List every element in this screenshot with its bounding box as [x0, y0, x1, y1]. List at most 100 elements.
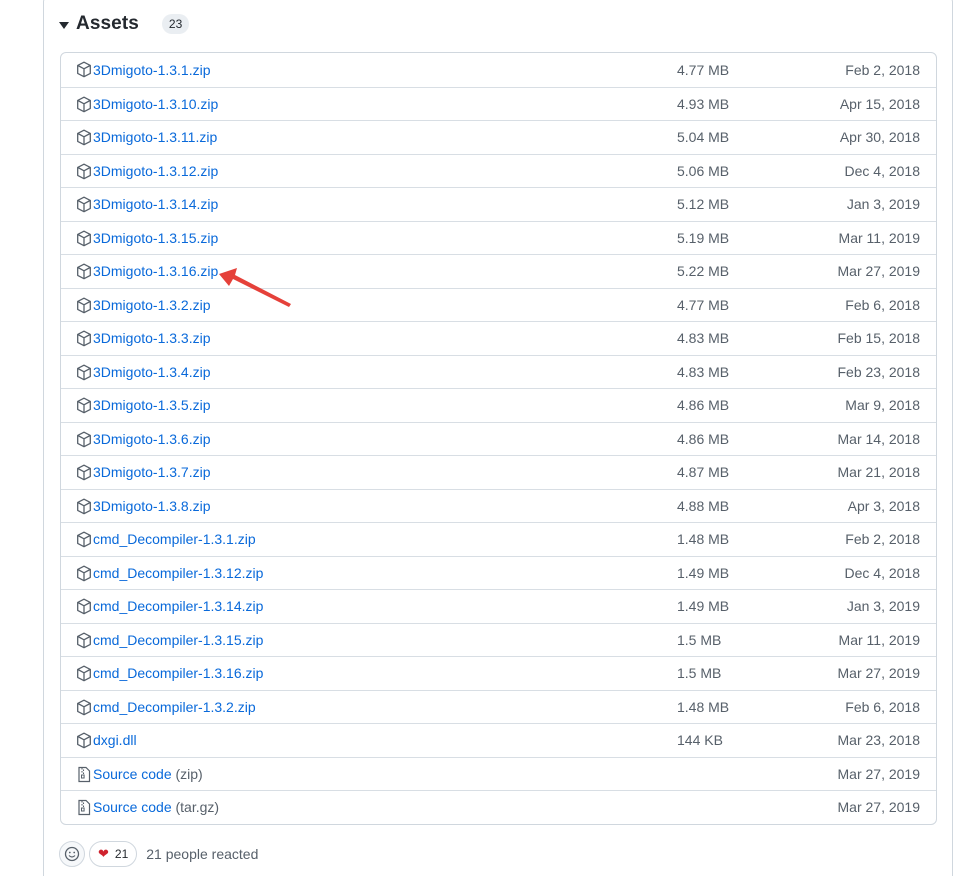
asset-download-link[interactable]: 3Dmigoto-1.3.3.zip — [93, 330, 211, 346]
package-icon — [76, 364, 92, 381]
asset-name: cmd_Decompiler-1.3.16.zip — [93, 665, 264, 682]
package-icon — [76, 163, 92, 180]
asset-download-link[interactable]: cmd_Decompiler-1.3.15.zip — [93, 632, 263, 648]
reactions-summary: 21 people reacted — [146, 846, 259, 862]
asset-size: 5.12 MB — [677, 196, 730, 213]
asset-download-link[interactable]: 3Dmigoto-1.3.6.zip — [93, 431, 211, 447]
asset-row: 3Dmigoto-1.3.2.zip 4.77 MB Feb 6, 2018 — [61, 287, 936, 322]
asset-row: 3Dmigoto-1.3.14.zip 5.12 MB Jan 3, 2019 — [61, 187, 936, 221]
triangle-down-icon — [59, 21, 69, 29]
package-icon — [76, 330, 92, 347]
asset-date: Jan 3, 2019 — [846, 196, 920, 213]
asset-date: Apr 30, 2018 — [839, 129, 920, 146]
file-zip-icon — [76, 799, 92, 816]
asset-download-link[interactable]: 3Dmigoto-1.3.15.zip — [93, 230, 218, 246]
asset-size: 1.5 MB — [677, 665, 722, 682]
asset-size: 1.49 MB — [677, 564, 730, 581]
asset-size: 4.93 MB — [677, 95, 730, 112]
package-icon — [76, 263, 92, 280]
asset-download-link[interactable]: 3Dmigoto-1.3.8.zip — [93, 498, 211, 514]
package-icon — [76, 96, 92, 113]
asset-row: cmd_Decompiler-1.3.2.zip 1.48 MB Feb 6, 2… — [61, 689, 936, 724]
asset-name-suffix: (zip) — [175, 765, 203, 782]
assets-toggle[interactable]: Assets 23 — [59, 10, 190, 38]
asset-row: 3Dmigoto-1.3.7.zip 4.87 MB Mar 21, 2018 — [61, 455, 936, 489]
asset-download-link[interactable]: 3Dmigoto-1.3.14.zip — [93, 196, 218, 212]
asset-download-link[interactable]: 3Dmigoto-1.3.1.zip — [93, 62, 211, 78]
asset-row: 3Dmigoto-1.3.11.zip 5.04 MB Apr 30, 2018 — [61, 120, 936, 154]
asset-name: Source code — [93, 799, 172, 816]
asset-download-link[interactable]: cmd_Decompiler-1.3.2.zip — [93, 699, 256, 715]
asset-download-link[interactable]: dxgi.dll — [93, 732, 137, 748]
asset-name: 3Dmigoto-1.3.16.zip — [93, 263, 219, 280]
asset-date: Mar 27, 2019 — [837, 665, 921, 682]
asset-download-link[interactable]: cmd_Decompiler-1.3.1.zip — [93, 531, 256, 547]
asset-date: Feb 6, 2018 — [845, 698, 920, 715]
asset-name: 3Dmigoto-1.3.1.zip — [93, 61, 211, 78]
heart-reaction-button[interactable]: ❤ 21 — [89, 841, 138, 867]
asset-date: Apr 3, 2018 — [847, 497, 920, 514]
asset-name: cmd_Decompiler-1.3.14.zip — [93, 598, 264, 615]
asset-size: 5.22 MB — [677, 263, 730, 280]
asset-name-suffix: (tar.gz) — [175, 799, 220, 816]
asset-download-link[interactable]: 3Dmigoto-1.3.11.zip — [93, 129, 217, 145]
asset-name: cmd_Decompiler-1.3.12.zip — [93, 564, 264, 581]
package-icon — [76, 129, 92, 146]
assets-title: Assets — [76, 13, 139, 34]
asset-download-link[interactable]: 3Dmigoto-1.3.2.zip — [93, 297, 211, 313]
asset-size: 4.86 MB — [677, 430, 730, 447]
asset-size: 4.86 MB — [677, 397, 730, 414]
asset-date: Jan 3, 2019 — [846, 598, 920, 615]
asset-date: Mar 27, 2019 — [837, 765, 921, 782]
asset-download-link[interactable]: cmd_Decompiler-1.3.12.zip — [93, 565, 263, 581]
asset-size: 144 KB — [677, 732, 723, 749]
asset-size: 5.06 MB — [677, 162, 730, 179]
asset-download-link[interactable]: cmd_Decompiler-1.3.14.zip — [93, 598, 263, 614]
asset-row: 3Dmigoto-1.3.10.zip 4.93 MB Apr 15, 2018 — [61, 86, 936, 121]
asset-size: 4.83 MB — [677, 363, 730, 380]
package-icon — [76, 565, 92, 582]
asset-name: 3Dmigoto-1.3.11.zip — [93, 129, 218, 146]
asset-date: Dec 4, 2018 — [844, 564, 921, 581]
asset-download-link[interactable]: 3Dmigoto-1.3.4.zip — [93, 364, 211, 380]
asset-download-link[interactable]: 3Dmigoto-1.3.12.zip — [93, 163, 218, 179]
asset-name: cmd_Decompiler-1.3.2.zip — [93, 698, 256, 715]
package-icon — [76, 498, 92, 515]
asset-download-link[interactable]: 3Dmigoto-1.3.16.zip — [93, 263, 218, 279]
asset-download-link[interactable]: cmd_Decompiler-1.3.16.zip — [93, 665, 263, 681]
asset-date: Apr 15, 2018 — [839, 95, 920, 112]
package-icon — [76, 732, 92, 749]
asset-download-link[interactable]: 3Dmigoto-1.3.7.zip — [93, 464, 211, 480]
package-icon — [76, 196, 92, 213]
add-reaction-button[interactable] — [59, 841, 85, 867]
asset-row: 3Dmigoto-1.3.12.zip 5.06 MB Dec 4, 2018 — [61, 153, 936, 188]
heart-icon: ❤ — [98, 846, 109, 861]
package-icon — [76, 531, 92, 548]
asset-date: Dec 4, 2018 — [844, 162, 921, 179]
asset-name: 3Dmigoto-1.3.4.zip — [93, 363, 211, 380]
reactions-bar: ❤ 21 21 people reacted — [59, 840, 258, 868]
asset-size: 1.49 MB — [677, 598, 730, 615]
asset-row: Source code (zip) Mar 27, 2019 — [61, 756, 936, 791]
asset-date: Mar 9, 2018 — [845, 397, 920, 414]
asset-row: 3Dmigoto-1.3.1.zip 4.77 MB Feb 2, 2018 — [61, 53, 936, 87]
asset-date: Mar 23, 2018 — [837, 732, 921, 749]
package-icon — [76, 665, 92, 682]
asset-row: 3Dmigoto-1.3.4.zip 4.83 MB Feb 23, 2018 — [61, 354, 936, 389]
asset-row: 3Dmigoto-1.3.15.zip 5.19 MB Mar 11, 2019 — [61, 220, 936, 255]
asset-size: 1.48 MB — [677, 531, 730, 548]
asset-download-link[interactable]: 3Dmigoto-1.3.10.zip — [93, 96, 218, 112]
asset-download-link[interactable]: 3Dmigoto-1.3.5.zip — [93, 397, 211, 413]
asset-name: 3Dmigoto-1.3.2.zip — [93, 296, 211, 313]
asset-name: 3Dmigoto-1.3.3.zip — [93, 330, 211, 347]
asset-download-link[interactable]: Source code (zip) — [93, 766, 203, 782]
asset-date: Feb 6, 2018 — [845, 296, 920, 313]
asset-size: 4.87 MB — [677, 464, 730, 481]
asset-date: Mar 27, 2019 — [837, 799, 921, 816]
asset-date: Feb 2, 2018 — [845, 61, 920, 78]
asset-date: Feb 2, 2018 — [845, 531, 920, 548]
asset-row: 3Dmigoto-1.3.3.zip 4.83 MB Feb 15, 2018 — [61, 321, 936, 355]
asset-row: cmd_Decompiler-1.3.12.zip 1.49 MB Dec 4, … — [61, 555, 936, 590]
asset-download-link[interactable]: Source code (tar.gz) — [93, 799, 219, 815]
asset-date: Mar 14, 2018 — [837, 430, 921, 447]
